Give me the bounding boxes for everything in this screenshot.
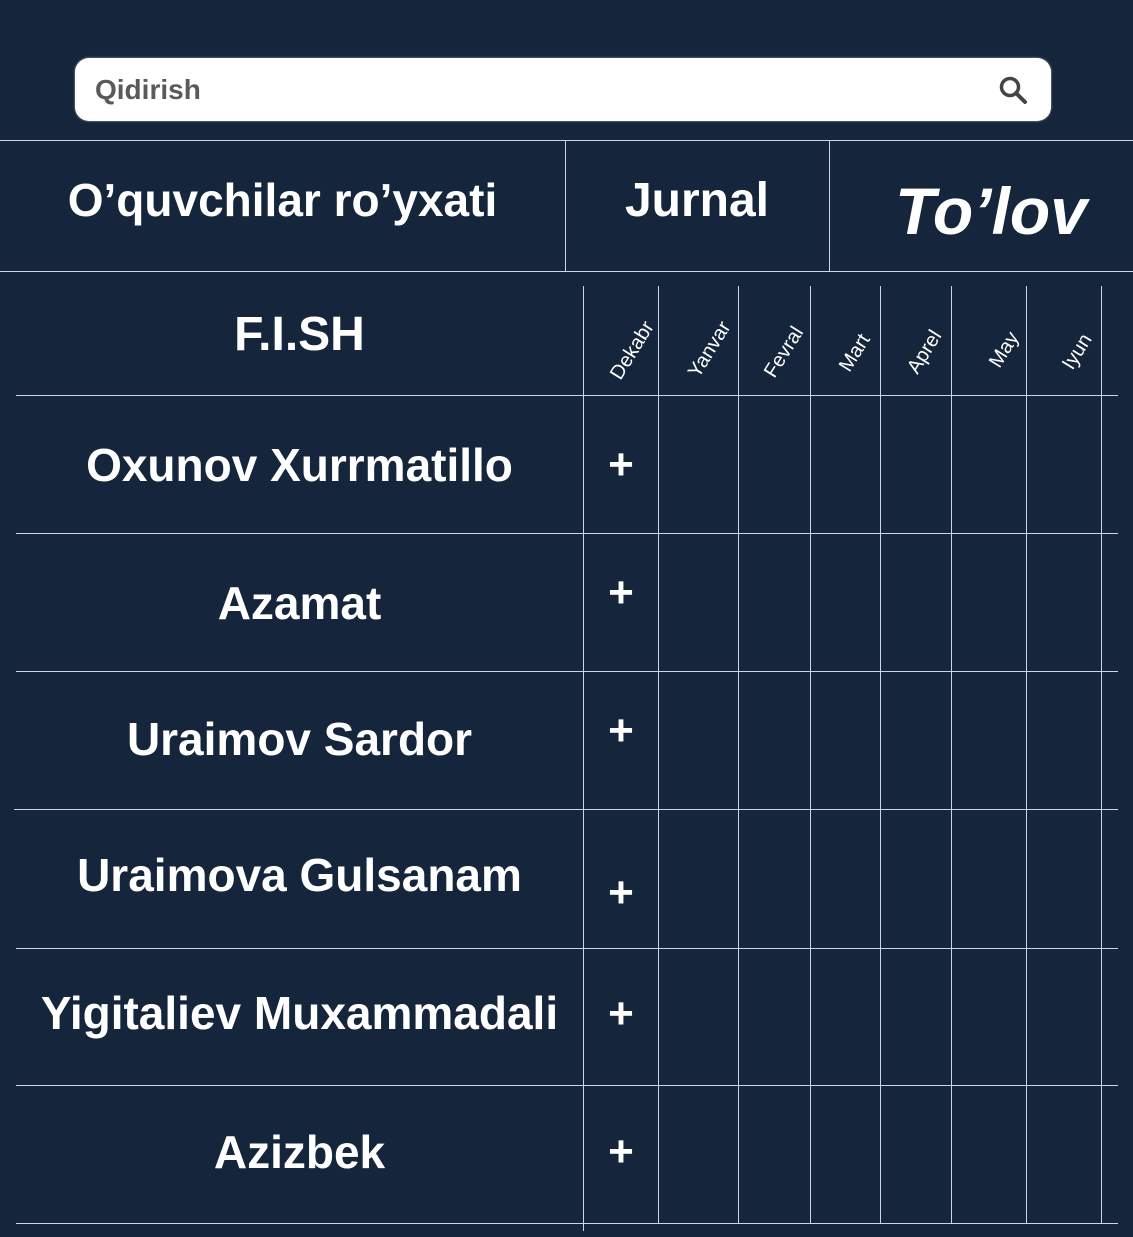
student-name[interactable]: Azizbek — [16, 1086, 583, 1218]
tab-bar: O’quvchilar ro’yxati Jurnal To’lov — [0, 140, 1133, 272]
search-bar — [75, 58, 1051, 121]
student-name[interactable]: Yigitaliev Muxammadali — [16, 949, 583, 1077]
column-divider — [658, 286, 659, 1223]
month-header-aprel: Aprel — [903, 326, 947, 378]
column-divider — [1101, 286, 1102, 1223]
student-name[interactable]: Azamat — [16, 534, 583, 671]
name-column-header: F.I.SH — [234, 307, 365, 361]
payment-mark-dekabr[interactable]: + — [584, 709, 658, 753]
tab-payment-label: To’lov — [895, 174, 1087, 248]
column-divider — [1026, 286, 1027, 1223]
payment-mark-dekabr[interactable]: + — [584, 871, 658, 915]
month-header-dekabr: Dekabr — [606, 317, 659, 384]
payment-mark-dekabr[interactable]: + — [584, 443, 658, 487]
payment-mark-dekabr[interactable]: + — [584, 992, 658, 1036]
tab-students-list[interactable]: O’quvchilar ro’yxati — [0, 141, 566, 271]
month-header-may: May — [985, 327, 1024, 372]
column-divider — [951, 286, 952, 1223]
column-divider — [880, 286, 881, 1223]
column-divider — [738, 286, 739, 1223]
student-name[interactable]: Uraimov Sardor — [16, 672, 583, 806]
payment-mark-dekabr[interactable]: + — [584, 1130, 658, 1174]
row-divider — [16, 1223, 1118, 1224]
month-header-yanvar: Yanvar — [684, 317, 736, 382]
student-name[interactable]: Uraimova Gulsanam — [16, 810, 583, 940]
month-header-mart: Mart — [835, 330, 875, 376]
tab-students-label: O’quvchilar ro’yxati — [67, 174, 498, 226]
month-header-iyun: Iyun — [1058, 329, 1097, 374]
tab-journal[interactable]: Jurnal — [565, 141, 830, 271]
student-name[interactable]: Oxunov Xurrmatillo — [16, 396, 583, 533]
tab-payment[interactable]: To’lov — [829, 141, 1133, 271]
search-icon[interactable] — [997, 74, 1029, 106]
tab-journal-label: Jurnal — [624, 173, 770, 227]
search-input[interactable] — [95, 58, 975, 121]
column-divider — [810, 286, 811, 1223]
payment-mark-dekabr[interactable]: + — [584, 571, 658, 615]
column-divider — [583, 286, 584, 1231]
month-header-fevral: Fevral — [760, 322, 809, 382]
